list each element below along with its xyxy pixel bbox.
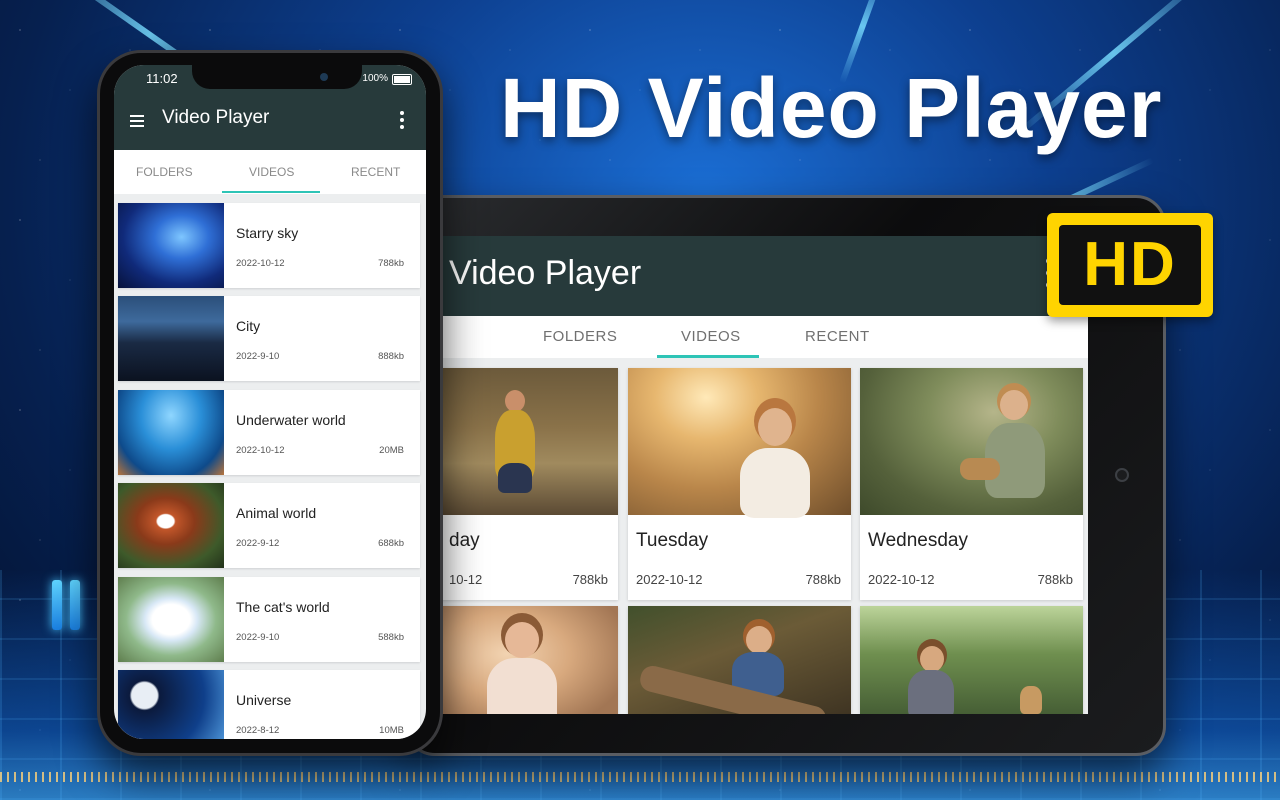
- video-thumbnail: [118, 483, 224, 568]
- more-vert-icon[interactable]: [400, 111, 404, 132]
- video-thumbnail: [118, 203, 224, 288]
- tablet-camera: [1115, 468, 1129, 482]
- video-date: 2022-9-10: [236, 351, 280, 362]
- list-item[interactable]: The cat's world 2022-9-10 588kb: [118, 577, 420, 662]
- video-size: 10MB: [379, 725, 404, 736]
- glow-pillar: [70, 580, 80, 630]
- floor-lights: [0, 772, 1280, 782]
- list-item[interactable]: City 2022-9-10 888kb: [118, 296, 420, 381]
- video-size: 688kb: [378, 538, 404, 549]
- hd-badge-label: HD: [1059, 225, 1201, 305]
- video-date: 2022-9-10: [236, 632, 280, 643]
- video-title: day: [449, 530, 480, 551]
- tab-recent[interactable]: RECENT: [351, 165, 400, 179]
- video-title: Wednesday: [868, 530, 968, 551]
- video-thumbnail: [860, 606, 1083, 714]
- list-item[interactable]: Starry sky 2022-10-12 788kb: [118, 203, 420, 288]
- tab-videos[interactable]: VIDEOS: [249, 165, 294, 179]
- video-thumbnail: [118, 390, 224, 475]
- front-camera-icon: [320, 73, 328, 81]
- video-thumbnail: [441, 606, 618, 714]
- tablet-app-title: Video Player: [449, 254, 642, 292]
- video-thumbnail: [118, 670, 224, 739]
- video-title: Animal world: [236, 505, 317, 521]
- video-card[interactable]: [628, 606, 851, 714]
- video-date: 2022-10-12: [636, 572, 703, 587]
- video-size: 788kb: [805, 572, 841, 587]
- video-card[interactable]: day 10-12 788kb: [441, 368, 618, 600]
- status-time: 11:02: [146, 71, 178, 86]
- list-item[interactable]: Underwater world 2022-10-12 20MB: [118, 390, 420, 475]
- video-thumbnail: [441, 368, 618, 515]
- video-thumbnail: [118, 577, 224, 662]
- tab-folders[interactable]: FOLDERS: [136, 165, 193, 179]
- phone-screen: 11:02 100% Video Player FOLDERS VIDEOS R…: [114, 65, 426, 739]
- video-title: The cat's world: [236, 599, 330, 615]
- list-item[interactable]: Universe 2022-8-12 10MB: [118, 670, 420, 739]
- video-thumbnail: [860, 368, 1083, 515]
- video-card[interactable]: [441, 606, 618, 714]
- video-title: Tuesday: [636, 530, 709, 551]
- video-thumbnail: [628, 368, 851, 518]
- video-thumbnail: [628, 606, 851, 714]
- video-size: 788kb: [1037, 572, 1073, 587]
- video-card[interactable]: Wednesday 2022-10-12 788kb: [860, 368, 1083, 600]
- tab-videos[interactable]: VIDEOS: [681, 328, 741, 345]
- video-size: 888kb: [378, 351, 404, 362]
- phone-device: 11:02 100% Video Player FOLDERS VIDEOS R…: [97, 50, 443, 756]
- active-tab-indicator: [222, 191, 320, 193]
- video-size: 588kb: [378, 632, 404, 643]
- video-thumbnail: [118, 296, 224, 381]
- tablet-app-bar: Video Player: [441, 236, 1088, 316]
- video-title: City: [236, 318, 261, 334]
- video-title: Starry sky: [236, 225, 299, 241]
- hd-badge: HD: [1047, 213, 1213, 317]
- tab-folders[interactable]: FOLDERS: [543, 328, 617, 345]
- video-date: 2022-10-12: [236, 445, 285, 456]
- video-title: Underwater world: [236, 412, 346, 428]
- active-tab-indicator: [657, 355, 759, 358]
- phone-tab-bar: FOLDERS VIDEOS RECENT: [114, 150, 426, 194]
- video-date: 10-12: [449, 572, 483, 587]
- battery-icon: [392, 74, 412, 85]
- video-size: 20MB: [379, 445, 404, 456]
- video-title: Universe: [236, 692, 292, 708]
- video-size: 788kb: [378, 258, 404, 269]
- video-date: 2022-9-12: [236, 538, 280, 549]
- phone-notch: [192, 65, 362, 89]
- hamburger-icon[interactable]: [130, 115, 144, 127]
- video-date: 2022-8-12: [236, 725, 280, 736]
- list-item[interactable]: Animal world 2022-9-12 688kb: [118, 483, 420, 568]
- phone-app-bar: Video Player: [114, 95, 426, 150]
- video-date: 2022-10-12: [868, 572, 935, 587]
- video-card[interactable]: Tuesday 2022-10-12 788kb: [628, 368, 851, 600]
- video-date: 2022-10-12: [236, 258, 285, 269]
- video-size: 788kb: [572, 572, 608, 587]
- phone-app-title: Video Player: [162, 107, 270, 128]
- video-card[interactable]: [860, 606, 1083, 714]
- battery-percent: 100%: [362, 73, 388, 84]
- tablet-tab-bar: FOLDERS VIDEOS RECENT: [441, 316, 1088, 358]
- headline: HD Video Player: [500, 61, 1163, 155]
- tab-recent[interactable]: RECENT: [805, 328, 870, 345]
- tablet-screen: Video Player FOLDERS VIDEOS RECENT day 1…: [441, 236, 1088, 714]
- glow-pillar: [52, 580, 62, 630]
